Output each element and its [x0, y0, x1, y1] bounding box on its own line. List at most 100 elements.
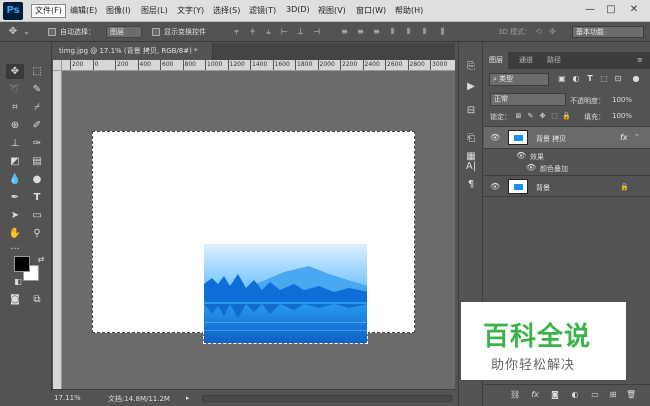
eraser-tool-icon[interactable]: ◩ — [6, 154, 24, 169]
document-info[interactable]: 文档:14.8M/11.2M — [108, 394, 170, 404]
menu-view[interactable]: 视图(V) — [318, 5, 346, 16]
menu-window[interactable]: 窗口(W) — [356, 5, 386, 16]
fill-value[interactable]: 100% — [612, 112, 632, 120]
history-brush-icon[interactable]: ✑ — [28, 136, 46, 151]
lasso-tool-icon[interactable]: ➰ — [6, 82, 24, 97]
workspace-select[interactable]: 基本功能 — [572, 26, 644, 38]
quick-select-tool-icon[interactable]: ✎ — [28, 82, 46, 97]
distribute-hcenter-icon[interactable]: ⦀ — [404, 28, 413, 36]
document-canvas[interactable] — [92, 131, 415, 344]
menu-type[interactable]: 文字(Y) — [177, 5, 204, 16]
edit-toolbar-icon[interactable]: ··· — [6, 242, 24, 257]
menu-3d[interactable]: 3D(D) — [286, 5, 310, 14]
fx-icon[interactable]: fx — [620, 133, 628, 142]
status-menu-arrow[interactable]: ▸ — [186, 394, 190, 402]
history-icon[interactable]: ⎘ — [464, 60, 478, 74]
hand-tool-icon[interactable]: ✋ — [6, 226, 24, 241]
eye-icon[interactable]: 👁 — [526, 163, 536, 173]
add-mask-icon[interactable]: ◙ — [550, 390, 560, 400]
healing-brush-icon[interactable]: ⊕ — [6, 118, 24, 133]
menu-select[interactable]: 选择(S) — [213, 5, 240, 16]
filter-smart-icon[interactable]: ⊡ — [613, 74, 623, 84]
new-group-icon[interactable]: ▭ — [590, 390, 600, 400]
vertical-ruler[interactable] — [53, 71, 62, 389]
delete-layer-icon[interactable]: 🗑 — [626, 390, 636, 400]
distribute-bottom-icon[interactable]: ≡ — [372, 28, 381, 36]
menu-help[interactable]: 帮助(H) — [395, 5, 423, 16]
pen-tool-icon[interactable]: ✒ — [6, 190, 24, 205]
tab-channels[interactable]: 通道 — [514, 52, 538, 69]
lock-all-icon[interactable]: 🔒 — [562, 112, 571, 121]
3d-orbit-icon[interactable]: ⟲ — [534, 28, 543, 36]
dodge-tool-icon[interactable]: ● — [28, 172, 46, 187]
gradient-tool-icon[interactable]: ▤ — [28, 154, 46, 169]
eyedropper-tool-icon[interactable]: ⌿ — [28, 100, 46, 115]
lock-image-icon[interactable]: ✎ — [526, 112, 535, 121]
swap-colors-icon[interactable]: ⇄ — [32, 252, 50, 267]
blend-mode-select[interactable]: 正常 — [490, 93, 566, 106]
align-right-icon[interactable]: ⊣ — [312, 28, 321, 36]
filter-type-icon[interactable]: T — [585, 74, 595, 84]
distribute-left-icon[interactable]: ⦀ — [388, 28, 397, 36]
auto-select-dropdown[interactable]: 图层 — [106, 26, 142, 38]
path-select-icon[interactable]: ➤ — [6, 208, 24, 223]
distribute-vcenter-icon[interactable]: ≡ — [356, 28, 365, 36]
clone-stamp-icon[interactable]: ⊥ — [6, 136, 24, 151]
layer-filter-kind[interactable]: ⌕ 类型 — [489, 73, 549, 86]
ruler-origin[interactable] — [53, 60, 62, 71]
move-tool-icon[interactable]: ✥ — [6, 64, 24, 79]
layer-image-lake[interactable] — [203, 243, 368, 344]
filter-adjustment-icon[interactable]: ◐ — [571, 74, 581, 84]
filter-shape-icon[interactable]: ⬚ — [599, 74, 609, 84]
link-layers-icon[interactable]: ⛓ — [510, 390, 520, 400]
eye-icon[interactable]: 👁 — [490, 133, 500, 143]
screen-mode-icon[interactable]: ⧉ — [28, 292, 46, 307]
chevron-down-icon[interactable]: ⌄ — [22, 28, 31, 36]
effects-row[interactable]: 👁 效果 — [484, 150, 650, 162]
character-icon[interactable]: A| — [464, 160, 478, 174]
maximize-button[interactable]: □ — [603, 3, 619, 17]
3d-pan-icon[interactable]: ✥ — [548, 28, 557, 36]
auto-select-checkbox[interactable] — [48, 28, 56, 36]
effect-item-row[interactable]: 👁 颜色叠加 — [484, 162, 650, 174]
crop-tool-icon[interactable]: ⌗ — [6, 100, 24, 115]
foreground-color-swatch[interactable] — [14, 256, 30, 272]
lock-position-icon[interactable]: ✥ — [538, 112, 547, 121]
zoom-tool-icon[interactable]: ⚲ — [28, 226, 46, 241]
menu-layer[interactable]: 图层(L) — [141, 5, 168, 16]
panel-menu-icon[interactable]: ≡ — [632, 52, 648, 69]
align-vcenter-icon[interactable]: ⫩ — [248, 28, 257, 36]
layer-row[interactable]: 👁 背景 拷贝 fx ⌃ — [484, 127, 650, 149]
menu-edit[interactable]: 编辑(E) — [70, 5, 97, 16]
opacity-value[interactable]: 100% — [612, 96, 632, 104]
align-top-icon[interactable]: ⫧ — [232, 28, 241, 36]
tab-paths[interactable]: 路径 — [542, 52, 566, 69]
default-colors-icon[interactable]: ◧ — [9, 274, 27, 289]
marquee-tool-icon[interactable]: ⬚ — [28, 64, 46, 79]
show-transform-checkbox[interactable] — [152, 28, 160, 36]
lock-artboard-icon[interactable]: ⬚ — [550, 112, 559, 121]
tab-layers[interactable]: 图层 — [484, 52, 508, 69]
adjustments-icon[interactable]: ⊟ — [464, 104, 478, 118]
horizontal-scrollbar[interactable] — [202, 395, 452, 402]
type-tool-icon[interactable]: T — [28, 190, 46, 205]
align-left-icon[interactable]: ⊢ — [280, 28, 289, 36]
quick-mask-icon[interactable]: ◙ — [6, 292, 24, 307]
rectangle-tool-icon[interactable]: ▭ — [28, 208, 46, 223]
filter-pixel-icon[interactable]: ▣ — [557, 74, 567, 84]
close-button[interactable]: ✕ — [626, 3, 642, 17]
menu-file[interactable]: 文件(F) — [31, 4, 66, 18]
layer-row[interactable]: 👁 背景 🔒 — [484, 175, 650, 197]
menu-image[interactable]: 图像(I) — [106, 5, 131, 16]
eye-icon[interactable]: 👁 — [516, 151, 526, 161]
adjustment-layer-icon[interactable]: ◐ — [570, 390, 580, 400]
distribute-top-icon[interactable]: ≡ — [340, 28, 349, 36]
move-tool-icon[interactable]: ✥ — [6, 27, 20, 37]
minimize-button[interactable]: — — [582, 3, 598, 17]
paragraph-icon[interactable]: ¶ — [464, 178, 478, 192]
eye-icon[interactable]: 👁 — [490, 182, 500, 192]
properties-icon[interactable]: ⎗ — [464, 132, 478, 146]
zoom-level[interactable]: 17.11% — [54, 394, 81, 402]
blur-tool-icon[interactable]: 💧 — [6, 172, 24, 187]
brush-tool-icon[interactable]: ✐ — [28, 118, 46, 133]
